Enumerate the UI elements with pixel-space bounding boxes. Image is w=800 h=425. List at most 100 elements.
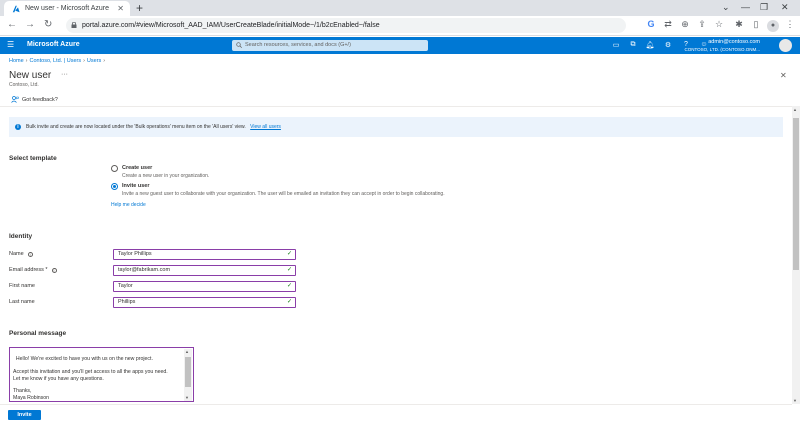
- name-field[interactable]: Taylor Phillips ✓: [113, 249, 296, 260]
- scroll-down-icon[interactable]: ▼: [185, 395, 189, 401]
- footer-divider: [0, 404, 792, 405]
- feedback-person-icon: [11, 96, 19, 103]
- search-placeholder: Search resources, services, and docs (G+…: [245, 42, 351, 48]
- azure-brand[interactable]: Microsoft Azure: [27, 41, 80, 48]
- page-subtitle: Contoso, Ltd.: [9, 82, 39, 88]
- chevron-right-icon: ›: [83, 58, 85, 64]
- chevron-right-icon: ›: [103, 58, 106, 64]
- minimize-icon[interactable]: —: [741, 2, 750, 12]
- menu-icon[interactable]: ⋮: [784, 19, 796, 30]
- check-icon: ✓: [286, 251, 292, 257]
- scroll-up-icon[interactable]: ▲: [185, 349, 189, 355]
- browser-toolbar: ← → ↻ portal.azure.com/#view/Microsoft_A…: [0, 16, 800, 36]
- scroll-up-icon[interactable]: ▲: [793, 107, 797, 112]
- divider: [0, 106, 792, 107]
- scrollbar-thumb[interactable]: [185, 357, 191, 387]
- select-template-heading: Select template: [9, 155, 57, 162]
- more-options-icon[interactable]: ···: [61, 71, 68, 78]
- azure-logo-icon: [12, 5, 20, 12]
- search-icon: [236, 42, 242, 48]
- breadcrumb: Home › Contoso, Ltd. | Users › Users ›: [9, 58, 107, 64]
- translate-icon[interactable]: ⇄: [662, 19, 674, 30]
- forward-icon[interactable]: →: [25, 19, 35, 30]
- page-title: New user: [9, 70, 52, 81]
- first-name-value: Taylor: [118, 283, 133, 289]
- hamburger-menu-icon[interactable]: ☰: [7, 40, 14, 49]
- notifications-icon[interactable]: 🔔︎: [645, 41, 655, 49]
- info-banner: i Bulk invite and create are now located…: [9, 117, 783, 137]
- avatar[interactable]: [779, 39, 792, 52]
- check-icon: ✓: [286, 283, 292, 289]
- settings-gear-icon[interactable]: ⚙: [663, 41, 673, 49]
- profile-icon[interactable]: ●: [767, 20, 779, 32]
- help-me-decide-link[interactable]: Help me decide: [111, 202, 146, 208]
- check-icon: ✓: [286, 267, 292, 273]
- email-label-text: Email address *: [9, 267, 48, 273]
- tab-close-icon[interactable]: ✕: [117, 4, 124, 13]
- breadcrumb-contoso-users[interactable]: Contoso, Ltd. | Users: [30, 58, 82, 64]
- browser-tabstrip: New user - Microsoft Azure ✕ + ⌄ — ❐ ✕: [0, 0, 800, 16]
- check-icon: ✓: [286, 299, 292, 305]
- email-field[interactable]: taylor@fabrikam.com ✓: [113, 265, 296, 276]
- view-all-users-link[interactable]: View all users: [250, 124, 281, 130]
- last-name-field[interactable]: Phillips ✓: [113, 297, 296, 308]
- browser-tab[interactable]: New user - Microsoft Azure ✕: [4, 1, 130, 16]
- account-info[interactable]: admin@contoso.com CONTOSO, LTD. (CONTOSO…: [684, 39, 760, 53]
- sidepanel-icon[interactable]: ▯: [750, 19, 762, 30]
- chevron-right-icon: ›: [25, 58, 28, 64]
- last-name-value: Phillips: [118, 299, 136, 305]
- name-label: Name i: [9, 251, 33, 257]
- close-icon[interactable]: ✕: [780, 71, 787, 80]
- google-icon[interactable]: G: [645, 19, 657, 29]
- bookmark-star-icon[interactable]: ☆: [713, 19, 725, 30]
- breadcrumb-home[interactable]: Home: [9, 58, 24, 64]
- invite-user-desc: Invite a new guest user to collaborate w…: [122, 191, 445, 197]
- reload-icon[interactable]: ↻: [44, 19, 52, 30]
- directory-filter-icon[interactable]: ⧉: [628, 41, 638, 49]
- personal-message-text: Hello! We're excited to have you with us…: [13, 356, 168, 401]
- invite-button[interactable]: Invite: [8, 410, 41, 420]
- zoom-icon[interactable]: ⊕: [679, 19, 691, 30]
- personal-message-textarea[interactable]: Hello! We're excited to have you with us…: [9, 347, 194, 402]
- search-input[interactable]: Search resources, services, and docs (G+…: [232, 40, 428, 51]
- chevron-down-icon[interactable]: ⌄: [722, 2, 730, 13]
- last-name-label: Last name: [9, 299, 35, 305]
- info-text: Bulk invite and create are now located u…: [26, 124, 246, 130]
- window-close-icon[interactable]: ✕: [781, 2, 789, 13]
- cloud-shell-icon[interactable]: ▭: [611, 41, 621, 49]
- textarea-scrollbar[interactable]: ▲ ▼: [184, 349, 192, 401]
- page-scrollbar[interactable]: ▲ ▼: [792, 106, 800, 404]
- first-name-label-text: First name: [9, 283, 35, 289]
- url-text: portal.azure.com/#view/Microsoft_AAD_IAM…: [82, 22, 380, 29]
- feedback-label: Got feedback?: [22, 96, 58, 103]
- browser-tab-title: New user - Microsoft Azure: [25, 5, 110, 12]
- restore-icon[interactable]: ❐: [760, 2, 768, 13]
- invite-user-radio[interactable]: [111, 183, 118, 190]
- email-value: taylor@fabrikam.com: [118, 267, 171, 273]
- user-tenant: CONTOSO, LTD. (CONTOSO.ONM...: [684, 47, 760, 52]
- identity-heading: Identity: [9, 233, 33, 240]
- email-label: Email address * i: [9, 267, 57, 273]
- create-user-radio[interactable]: [111, 165, 118, 172]
- first-name-field[interactable]: Taylor ✓: [113, 281, 296, 292]
- breadcrumb-users[interactable]: Users: [87, 58, 101, 64]
- info-icon: i: [15, 124, 21, 130]
- user-email: admin@contoso.com: [708, 39, 760, 45]
- scroll-down-icon[interactable]: ▼: [793, 398, 797, 403]
- info-icon[interactable]: i: [27, 251, 33, 257]
- create-user-label: Create user: [122, 165, 153, 171]
- create-user-desc: Create a new user in your organization.: [122, 173, 210, 179]
- back-icon[interactable]: ←: [7, 19, 17, 30]
- name-label-text: Name: [9, 251, 24, 257]
- extensions-icon[interactable]: ✱: [733, 19, 745, 30]
- new-tab-icon[interactable]: +: [136, 1, 143, 15]
- scrollbar-thumb[interactable]: [793, 118, 799, 270]
- lock-icon: [71, 22, 77, 28]
- first-name-label: First name: [9, 283, 35, 289]
- azure-header: ☰ Microsoft Azure Search resources, serv…: [0, 37, 800, 54]
- feedback-button[interactable]: Got feedback?: [11, 96, 58, 103]
- last-name-label-text: Last name: [9, 299, 35, 305]
- share-icon[interactable]: ⇪: [696, 19, 708, 30]
- address-bar[interactable]: portal.azure.com/#view/Microsoft_AAD_IAM…: [66, 18, 626, 33]
- info-icon[interactable]: i: [51, 267, 57, 273]
